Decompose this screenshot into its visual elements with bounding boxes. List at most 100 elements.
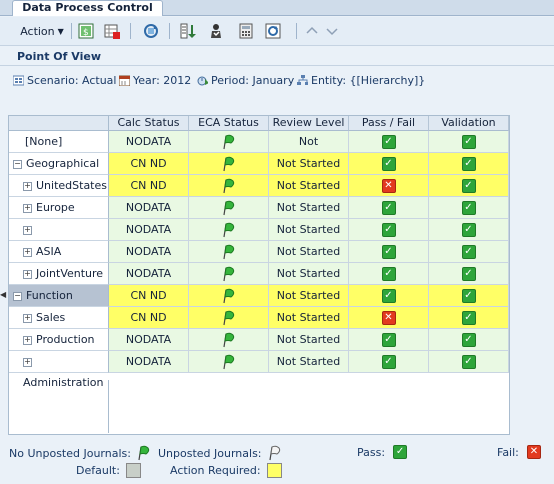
- import-button[interactable]: [180, 22, 196, 40]
- row-header[interactable]: + ASIA: [9, 241, 109, 263]
- eca-status-cell[interactable]: [189, 175, 269, 197]
- row-header[interactable]: [None]: [9, 131, 109, 153]
- pass-fail-cell[interactable]: ✕: [349, 175, 429, 197]
- calc-status-cell[interactable]: NODATA: [109, 329, 189, 351]
- eca-status-cell[interactable]: [189, 329, 269, 351]
- row-header[interactable]: + Administration: [9, 351, 109, 389]
- collapse-icon[interactable]: −: [13, 159, 22, 169]
- column-header[interactable]: Pass / Fail: [349, 116, 429, 131]
- calc-status-cell[interactable]: NODATA: [109, 263, 189, 285]
- calc-status-cell[interactable]: NODATA: [109, 219, 189, 241]
- review-level-cell[interactable]: Not Started: [269, 329, 349, 351]
- expand-icon[interactable]: +: [23, 181, 32, 191]
- validation-cell[interactable]: ✓: [429, 263, 509, 285]
- row-header[interactable]: + Production: [9, 329, 109, 351]
- legend-pass: Pass: ✓: [357, 445, 408, 459]
- refresh-button[interactable]: [143, 22, 159, 40]
- calc-status-cell[interactable]: NODATA: [109, 351, 189, 373]
- calc-status-cell[interactable]: NODATA: [109, 241, 189, 263]
- validation-cell[interactable]: ✓: [429, 131, 509, 153]
- review-level-cell[interactable]: Not Started: [269, 219, 349, 241]
- data-refresh-button[interactable]: [265, 22, 281, 40]
- calc-status-cell[interactable]: CN ND: [109, 175, 189, 197]
- calc-status-cell[interactable]: CN ND: [109, 153, 189, 175]
- column-header[interactable]: Calc Status: [109, 116, 189, 131]
- green-flag-icon: [222, 178, 234, 194]
- validation-cell[interactable]: ✓: [429, 197, 509, 219]
- validation-cell[interactable]: ✓: [429, 329, 509, 351]
- calculator-button[interactable]: [238, 22, 254, 40]
- row-header[interactable]: − Geographical: [9, 153, 109, 175]
- column-header[interactable]: ECA Status: [189, 116, 269, 131]
- validation-cell[interactable]: ✓: [429, 153, 509, 175]
- pov-period[interactable]: Period: January: [197, 73, 294, 87]
- validation-cell[interactable]: ✓: [429, 175, 509, 197]
- calc-status-cell[interactable]: NODATA: [109, 131, 189, 153]
- collapse-icon[interactable]: −: [13, 291, 22, 301]
- review-level-cell[interactable]: Not Started: [269, 351, 349, 373]
- validation-cell[interactable]: ✓: [429, 241, 509, 263]
- review-level-cell[interactable]: Not Started: [269, 153, 349, 175]
- eca-status-cell[interactable]: [189, 197, 269, 219]
- eca-status-cell[interactable]: [189, 263, 269, 285]
- pass-fail-cell[interactable]: ✓: [349, 329, 429, 351]
- eca-status-cell[interactable]: [189, 285, 269, 307]
- expand-icon[interactable]: +: [23, 357, 32, 367]
- eca-status-cell[interactable]: [189, 307, 269, 329]
- eca-status-cell[interactable]: [189, 219, 269, 241]
- review-level-cell[interactable]: Not Started: [269, 197, 349, 219]
- review-level-cell[interactable]: Not Supported: [269, 131, 349, 169]
- collapse-handle-icon[interactable]: ◀: [0, 290, 6, 302]
- review-level-cell[interactable]: Not Started: [269, 307, 349, 329]
- review-level-cell[interactable]: Not Started: [269, 241, 349, 263]
- pov-entity[interactable]: Entity: {[Hierarchy]}: [297, 73, 425, 87]
- grid-delete-button[interactable]: [104, 22, 120, 40]
- expand-icon[interactable]: +: [23, 313, 32, 323]
- row-header[interactable]: + Sales: [9, 307, 109, 329]
- eca-status-cell[interactable]: [189, 241, 269, 263]
- pass-fail-cell[interactable]: ✓: [349, 197, 429, 219]
- row-header[interactable]: + Europe: [9, 197, 109, 219]
- pass-fail-cell[interactable]: ✓: [349, 131, 429, 153]
- pass-fail-cell[interactable]: ✓: [349, 285, 429, 307]
- validation-cell[interactable]: ✓: [429, 351, 509, 373]
- action-menu-button[interactable]: Action ▼: [18, 22, 66, 40]
- review-level-cell[interactable]: Not Started: [269, 285, 349, 307]
- review-level-cell[interactable]: Not Started: [269, 175, 349, 197]
- legend-default-label: Default:: [76, 464, 120, 477]
- review-level-cell[interactable]: Not Started: [269, 263, 349, 285]
- calc-status-cell[interactable]: NODATA: [109, 197, 189, 219]
- row-header[interactable]: − Function: [9, 285, 109, 307]
- pov-year[interactable]: Year: 2012: [119, 73, 191, 87]
- pass-fail-cell[interactable]: ✓: [349, 263, 429, 285]
- expand-icon[interactable]: +: [23, 203, 32, 213]
- validation-cell[interactable]: ✓: [429, 219, 509, 241]
- tab-data-process-control[interactable]: Data Process Control: [12, 0, 163, 16]
- pass-fail-cell[interactable]: ✓: [349, 241, 429, 263]
- pass-fail-cell[interactable]: ✓: [349, 153, 429, 175]
- pass-fail-cell[interactable]: ✓: [349, 351, 429, 373]
- eca-status-cell[interactable]: [189, 131, 269, 153]
- expand-icon[interactable]: +: [23, 269, 32, 279]
- pov-scenario[interactable]: Scenario: Actual: [13, 73, 116, 87]
- spreadsheet-calc-button[interactable]: $: [78, 22, 94, 40]
- row-header[interactable]: + JointVenture: [9, 263, 109, 285]
- expand-icon[interactable]: +: [23, 225, 32, 235]
- row-header[interactable]: +SouthAmerica: [9, 219, 109, 257]
- move-up-button[interactable]: [305, 22, 319, 40]
- expand-icon[interactable]: +: [23, 247, 32, 257]
- pass-fail-cell[interactable]: ✕: [349, 307, 429, 329]
- eca-status-cell[interactable]: [189, 153, 269, 175]
- column-header[interactable]: Review Level: [269, 116, 349, 131]
- calc-status-cell[interactable]: CN ND: [109, 285, 189, 307]
- column-header[interactable]: Validation: [429, 116, 509, 131]
- row-header[interactable]: + UnitedStates: [9, 175, 109, 197]
- user-approval-button[interactable]: [208, 22, 224, 40]
- move-down-button[interactable]: [325, 22, 339, 40]
- eca-status-cell[interactable]: [189, 351, 269, 373]
- calc-status-cell[interactable]: CN ND: [109, 307, 189, 329]
- validation-cell[interactable]: ✓: [429, 307, 509, 329]
- validation-cell[interactable]: ✓: [429, 285, 509, 307]
- pass-fail-cell[interactable]: ✓: [349, 219, 429, 241]
- expand-icon[interactable]: +: [23, 335, 32, 345]
